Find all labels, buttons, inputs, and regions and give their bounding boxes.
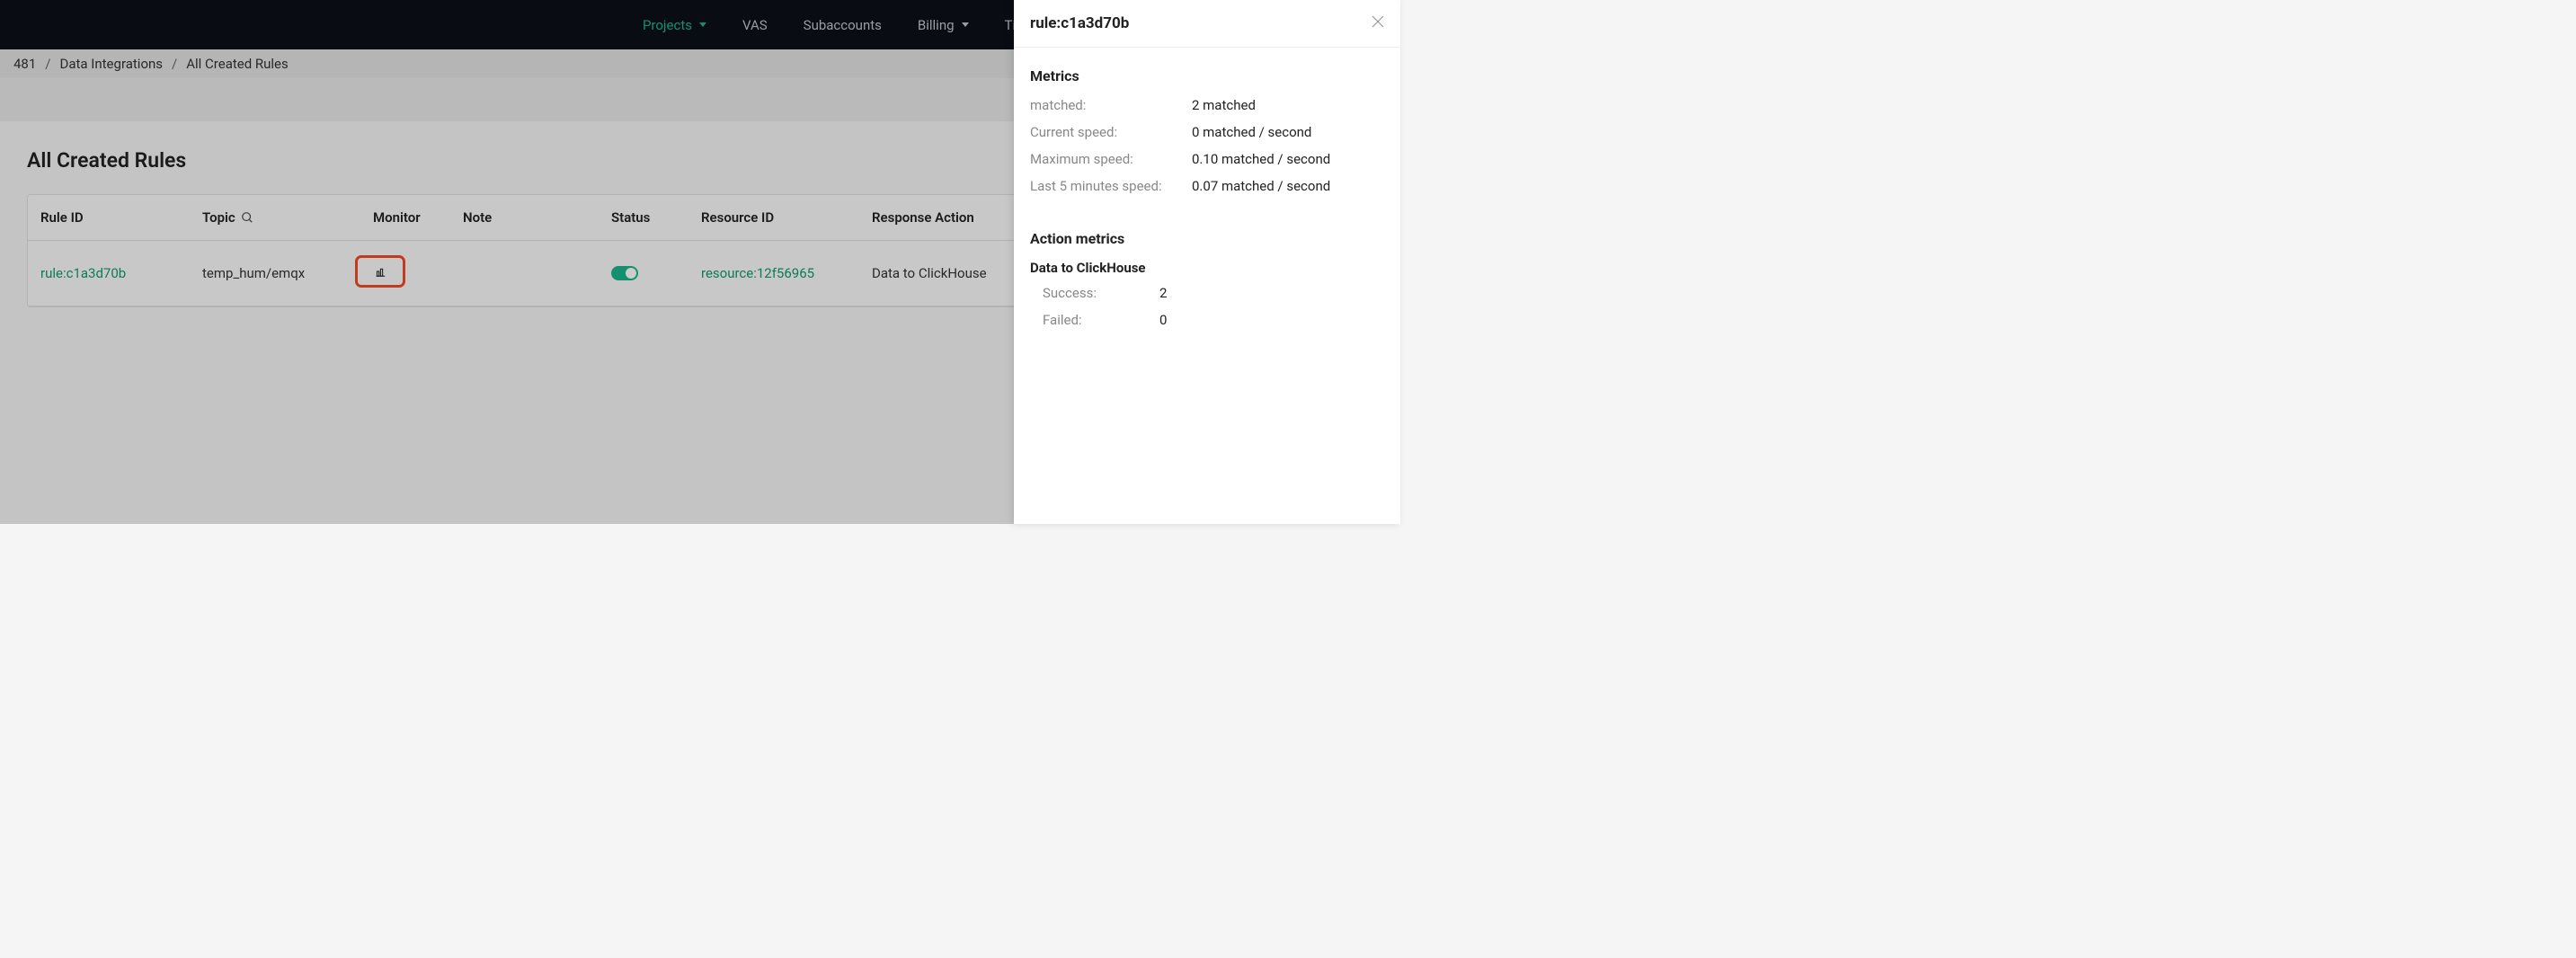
chevron-down-icon xyxy=(962,22,969,27)
metrics-heading: Metrics xyxy=(1030,67,1384,84)
col-resource-id: Resource ID xyxy=(701,209,872,226)
metric-label: Last 5 minutes speed: xyxy=(1030,178,1192,194)
breadcrumb-item[interactable]: 481 xyxy=(13,56,36,72)
monitor-button[interactable] xyxy=(355,255,405,288)
search-icon xyxy=(241,211,253,224)
breadcrumb-item[interactable]: Data Integrations xyxy=(60,56,164,72)
action-metrics-heading: Action metrics xyxy=(1030,230,1384,247)
breadcrumb-separator: / xyxy=(45,56,50,72)
nav-vas-label: VAS xyxy=(742,17,768,33)
action-metric-label: Success: xyxy=(1043,285,1159,301)
action-metric-row: Success: 2 xyxy=(1030,285,1384,301)
response-action-cell: Data to ClickHouse xyxy=(872,265,1034,281)
status-cell xyxy=(611,266,701,280)
metric-label: Current speed: xyxy=(1030,124,1192,140)
nav-subaccounts[interactable]: Subaccounts xyxy=(804,17,882,33)
action-metric-row: Failed: 0 xyxy=(1030,312,1384,328)
nav-subaccounts-label: Subaccounts xyxy=(804,17,882,33)
metric-value: 0.07 matched / second xyxy=(1192,178,1330,194)
col-status: Status xyxy=(611,209,701,226)
side-drawer: rule:c1a3d70b Metrics matched: 2 matched… xyxy=(1014,0,1400,524)
metric-label: Maximum speed: xyxy=(1030,151,1192,167)
col-topic[interactable]: Topic xyxy=(202,209,373,226)
nav-projects[interactable]: Projects xyxy=(643,17,706,33)
breadcrumb-separator: / xyxy=(172,56,177,72)
topic-cell: temp_hum/emqx xyxy=(202,265,373,281)
breadcrumb-item[interactable]: All Created Rules xyxy=(186,56,289,72)
drawer-title: rule:c1a3d70b xyxy=(1030,14,1129,32)
col-rule-id: Rule ID xyxy=(40,209,202,226)
close-icon[interactable] xyxy=(1372,15,1384,31)
metric-row: Maximum speed: 0.10 matched / second xyxy=(1030,151,1384,167)
rule-id-link[interactable]: rule:c1a3d70b xyxy=(40,265,202,281)
nav-billing-label: Billing xyxy=(918,17,955,33)
col-topic-label: Topic xyxy=(202,209,235,226)
chevron-down-icon xyxy=(699,22,706,27)
metric-value: 2 matched xyxy=(1192,97,1256,113)
metric-value: 0 matched / second xyxy=(1192,124,1311,140)
monitor-cell xyxy=(373,257,463,289)
nav-billing[interactable]: Billing xyxy=(918,17,969,33)
metric-value: 0.10 matched / second xyxy=(1192,151,1330,167)
action-metric-value: 0 xyxy=(1159,312,1167,328)
drawer-header: rule:c1a3d70b xyxy=(1014,0,1400,48)
action-metric-name: Data to ClickHouse xyxy=(1030,260,1384,276)
metric-row: Current speed: 0 matched / second xyxy=(1030,124,1384,140)
col-monitor: Monitor xyxy=(373,209,463,226)
nav-projects-label: Projects xyxy=(643,17,692,33)
drawer-body: Metrics matched: 2 matched Current speed… xyxy=(1014,48,1400,359)
bar-chart-icon xyxy=(374,265,386,278)
resource-id-link[interactable]: resource:12f56965 xyxy=(701,265,872,281)
metric-row: Last 5 minutes speed: 0.07 matched / sec… xyxy=(1030,178,1384,194)
status-toggle[interactable] xyxy=(611,266,638,280)
col-response-action: Response Action xyxy=(872,209,1034,226)
action-metric-value: 2 xyxy=(1159,285,1167,301)
metric-label: matched: xyxy=(1030,97,1192,113)
col-note: Note xyxy=(463,209,611,226)
metric-row: matched: 2 matched xyxy=(1030,97,1384,113)
action-metric-label: Failed: xyxy=(1043,312,1159,328)
nav-vas[interactable]: VAS xyxy=(742,17,768,33)
